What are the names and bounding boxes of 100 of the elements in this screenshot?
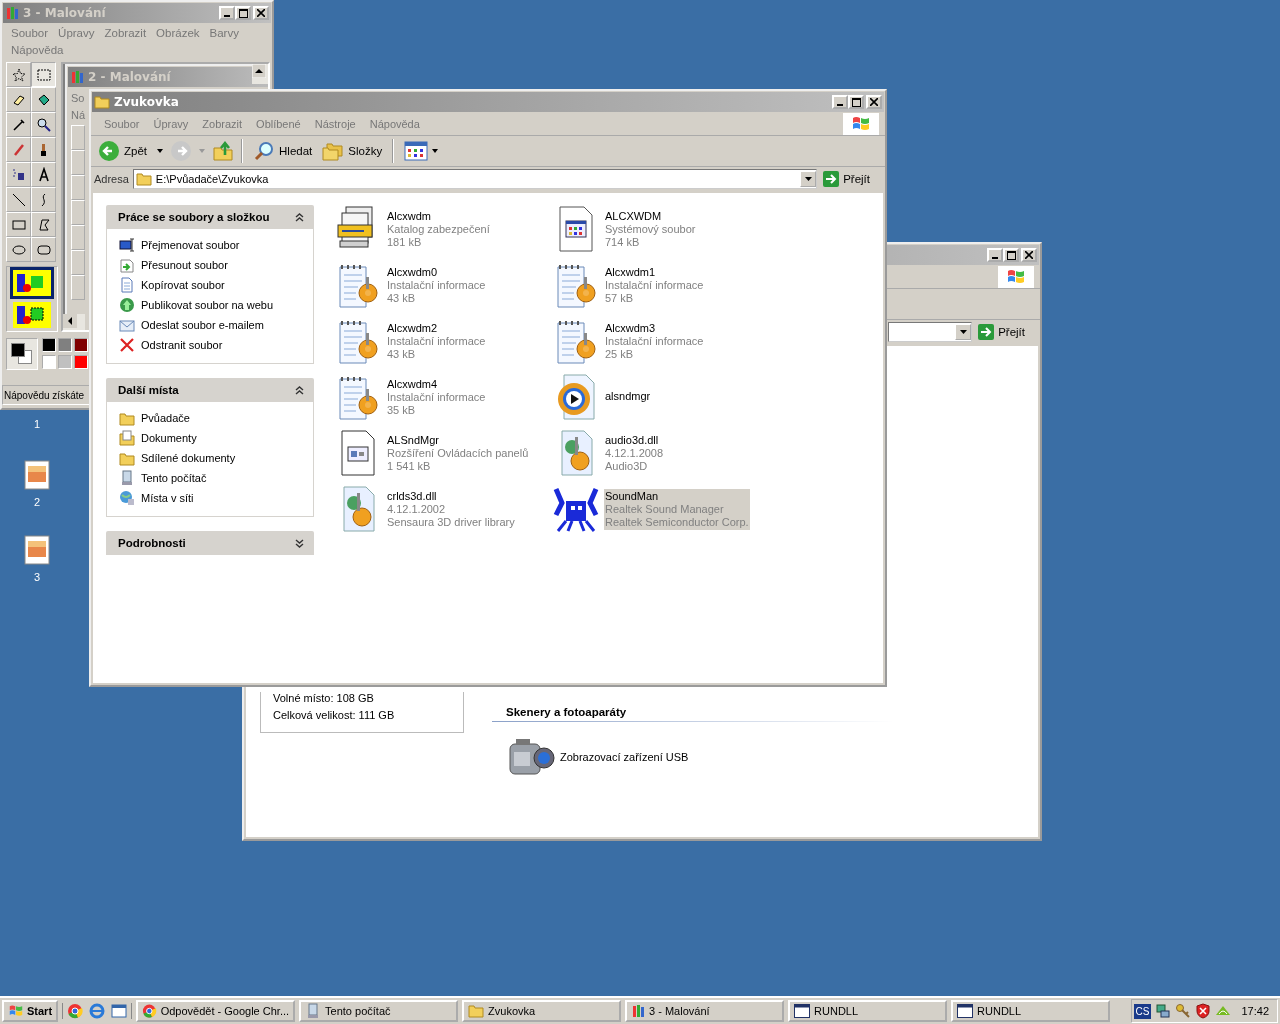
file-name[interactable]: Alcxwdm4	[387, 378, 486, 391]
taskbar-button[interactable]: Tento počítač	[299, 1000, 459, 1022]
envelope-icon	[119, 317, 135, 333]
color-swatch[interactable]	[74, 338, 88, 352]
tool-button[interactable]	[6, 237, 31, 262]
maximize-button[interactable]	[235, 6, 251, 20]
file-name[interactable]: SoundMan	[605, 490, 749, 503]
start-button[interactable]: Start	[2, 1000, 59, 1022]
maximize-button[interactable]	[848, 95, 864, 109]
address-field[interactable]	[888, 322, 973, 342]
color-swatch[interactable]	[42, 355, 56, 369]
taskbar-button[interactable]: Zvukovka	[462, 1000, 622, 1022]
tool-button[interactable]	[6, 62, 31, 87]
task-link[interactable]: Publikovat soubor na webu	[141, 299, 274, 311]
image-file-icon[interactable]	[24, 460, 50, 490]
go-button[interactable]: Přejít	[976, 324, 1037, 340]
taskbar-button[interactable]: Odpovědět - Google Chr...	[136, 1000, 296, 1022]
color-swatch[interactable]	[74, 355, 88, 369]
tool-button[interactable]	[31, 237, 56, 262]
tool-button[interactable]	[31, 212, 56, 237]
color-swatch[interactable]	[58, 355, 72, 369]
close-button[interactable]	[1021, 248, 1037, 262]
file-detail: 714 kB	[605, 236, 641, 249]
tool-button[interactable]	[31, 112, 56, 137]
vertical-scrollbar[interactable]	[252, 64, 268, 84]
task-link[interactable]: Přejmenovat soubor	[141, 239, 240, 251]
current-colors[interactable]	[6, 338, 38, 370]
collapse-chevron-icon[interactable]	[295, 385, 304, 395]
browser-e-icon[interactable]	[89, 1003, 106, 1019]
task-link[interactable]: Místa v síti	[141, 492, 194, 504]
tool-button[interactable]	[31, 87, 56, 112]
tool-button[interactable]	[6, 162, 31, 187]
transparency-option-icon[interactable]	[13, 270, 51, 296]
file-detail: 4.12.1.2008	[605, 447, 664, 460]
file-name[interactable]: Alcxwdm3	[605, 322, 704, 335]
file-name[interactable]: ALSndMgr	[387, 434, 529, 447]
file-name[interactable]: Alcxwdm	[387, 210, 490, 223]
back-button[interactable]: Zpět	[95, 138, 150, 164]
task-link[interactable]: Sdílené dokumenty	[141, 452, 236, 464]
file-name[interactable]: Alcxwdm1	[605, 266, 704, 279]
folder-icon	[468, 1004, 485, 1018]
task-link[interactable]: Kopírovat soubor	[141, 279, 225, 291]
file-name[interactable]: Alcxwdm0	[387, 266, 486, 279]
file-name[interactable]: alsndmgr	[605, 390, 651, 403]
expand-chevron-icon[interactable]	[295, 538, 304, 548]
file-name[interactable]: Alcxwdm2	[387, 322, 486, 335]
window-title: Zvukovka	[114, 95, 179, 109]
task-panel-header[interactable]: Podrobnosti	[106, 531, 314, 555]
desktop-window-icon[interactable]	[111, 1003, 128, 1019]
task-link[interactable]: Tento počítač	[141, 472, 207, 484]
horizontal-scrollbar[interactable]	[63, 314, 85, 330]
network-icon[interactable]	[1155, 1003, 1172, 1019]
minimize-button[interactable]	[987, 248, 1003, 262]
tool-button[interactable]	[31, 137, 56, 162]
image-file-icon[interactable]	[24, 535, 50, 565]
desktop-icon-label[interactable]: 3	[33, 571, 41, 583]
folder-icon	[119, 450, 135, 466]
window-title: 2 - Malování	[88, 70, 171, 84]
folders-button[interactable]: Složky	[319, 139, 386, 163]
caret-icon[interactable]	[157, 149, 163, 153]
file-name[interactable]: ALCXWDM	[605, 210, 696, 223]
video-camera-icon[interactable]	[508, 736, 556, 778]
task-link[interactable]: Dokumenty	[141, 432, 197, 444]
search-button[interactable]: Hledat	[250, 138, 316, 164]
minimize-button[interactable]	[219, 6, 235, 20]
language-indicator[interactable]: CS	[1133, 1003, 1152, 1019]
color-swatch[interactable]	[42, 338, 56, 352]
file-name[interactable]: audio3d.dll	[605, 434, 664, 447]
taskbar-button[interactable]: 3 - Malování	[625, 1000, 785, 1022]
taskbar-button[interactable]: RUNDLL	[788, 1000, 948, 1022]
chrome-logo-icon[interactable]	[67, 1003, 84, 1019]
minimize-button[interactable]	[832, 95, 848, 109]
task-panel-header[interactable]: Další místa	[106, 378, 314, 402]
device-label[interactable]: Zobrazovací zařízení USB	[560, 751, 689, 763]
window-icon	[794, 1004, 811, 1018]
close-button[interactable]	[866, 95, 882, 109]
collapse-chevron-icon[interactable]	[295, 212, 304, 222]
task-link[interactable]: Odeslat soubor e-mailem	[141, 319, 264, 331]
desktop-icon-label[interactable]: 2	[33, 496, 41, 508]
close-icon	[870, 98, 878, 106]
folder-icon	[135, 172, 152, 186]
task-link[interactable]: Pvůadače	[141, 412, 190, 424]
task-link[interactable]: Odstranit soubor	[141, 339, 223, 351]
tool-button[interactable]	[31, 162, 56, 187]
close-button[interactable]	[253, 6, 269, 20]
tool-button[interactable]	[6, 87, 31, 112]
color-swatch[interactable]	[58, 338, 72, 352]
desktop-icon-label[interactable]: 1	[33, 418, 41, 430]
taskbar-button[interactable]: RUNDLL	[951, 1000, 1111, 1022]
go-button[interactable]: Přejít	[821, 171, 882, 187]
task-link[interactable]: Přesunout soubor	[141, 259, 228, 271]
key-icon[interactable]	[1175, 1003, 1192, 1019]
crab-logo-icon[interactable]	[552, 485, 600, 533]
maximize-button[interactable]	[1003, 248, 1019, 262]
tool-button[interactable]	[6, 112, 31, 137]
task-panel-header[interactable]: Práce se soubory a složkou	[106, 205, 314, 229]
shield-icon[interactable]	[1195, 1003, 1212, 1019]
opaque-option-icon[interactable]	[13, 302, 51, 328]
address-field[interactable]: E:\Pvůadače\Zvukovka	[132, 169, 818, 189]
file-name[interactable]: crlds3d.dll	[387, 490, 515, 503]
